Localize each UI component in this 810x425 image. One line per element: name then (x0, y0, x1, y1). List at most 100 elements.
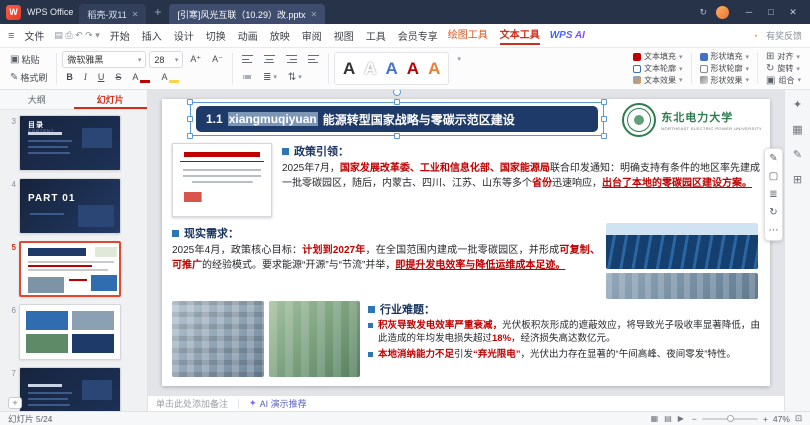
font-name-select[interactable]: 微软雅黑▾ (62, 51, 146, 68)
increase-font-button[interactable]: A⁺ (186, 51, 205, 68)
justify-button[interactable] (304, 51, 323, 68)
slide-thumbnail-3[interactable]: 目录CONTENT (19, 115, 121, 171)
quick-access-icons[interactable]: ▤ ⎙ ↶ ↷ ▾ (54, 30, 99, 41)
highlight-color-button[interactable]: A (157, 69, 183, 86)
properties-icon[interactable]: ▦ (792, 123, 802, 136)
wps-logo-icon[interactable]: W (6, 5, 21, 20)
strikethrough-button[interactable]: S (111, 69, 125, 86)
text-outline-button[interactable]: 文本轮廓▾ (630, 63, 686, 75)
menu-插入[interactable]: 插入 (142, 28, 162, 43)
text-style-preset-4[interactable]: A (407, 60, 419, 77)
menu-设计[interactable]: 设计 (174, 28, 194, 43)
ai-recommend-tab[interactable]: ✦AI 演示推荐 (249, 397, 307, 410)
zoom-out-button[interactable]: − (692, 414, 697, 424)
fit-slide-icon[interactable]: ⊡ (795, 413, 802, 424)
sync-icon[interactable]: ↻ (699, 7, 707, 18)
resize-handle[interactable] (601, 133, 607, 139)
menu-视图[interactable]: 视图 (334, 28, 354, 43)
user-avatar[interactable] (716, 6, 729, 19)
text-effect-button[interactable]: 文本效果▾ (630, 74, 686, 86)
ai-assistant-icon[interactable]: ✦ (793, 98, 802, 111)
shape-effect-button[interactable]: 形状效果▾ (697, 74, 753, 86)
bullet-list-button[interactable]: ≔ (238, 69, 256, 86)
list-icon[interactable]: ≣ (769, 189, 777, 200)
hamburger-icon[interactable]: ≡ (8, 30, 14, 42)
line-spacing-button[interactable]: ≣▾ (259, 69, 281, 86)
menu-file[interactable]: 文件 (24, 28, 44, 43)
resize-handle[interactable] (187, 133, 193, 139)
panel-tab-幻灯片[interactable]: 幻灯片 (74, 90, 148, 109)
align-objects-button[interactable]: ⊞对齐▾ (763, 51, 804, 63)
resize-handle[interactable] (187, 99, 193, 105)
resize-handle[interactable] (601, 116, 607, 122)
underline-button[interactable]: U (94, 69, 109, 86)
notes-placeholder[interactable]: 单击此处添加备注 (156, 397, 228, 410)
align-right-button[interactable] (282, 51, 301, 68)
menu-开始[interactable]: 开始 (110, 28, 130, 43)
slide-title[interactable]: 1.1 xiangmuqiyuan 能源转型国家战略与零碳示范区建设 (196, 106, 598, 132)
font-color-button[interactable]: A (128, 69, 154, 86)
text-style-preset-3[interactable]: A (386, 60, 398, 77)
slide-thumbnail-4[interactable]: PART 01 (19, 178, 121, 234)
title-textbox-selection[interactable]: 1.1 xiangmuqiyuan 能源转型国家战略与零碳示范区建设 (190, 102, 604, 136)
rotate-handle[interactable] (393, 90, 401, 96)
resize-handle[interactable] (187, 116, 193, 122)
zoom-slider-knob[interactable] (727, 415, 734, 422)
text-style-preset-1[interactable]: A (343, 60, 355, 77)
group-button[interactable]: ▣组合▾ (763, 74, 804, 86)
new-tab-icon[interactable]: + (154, 5, 161, 19)
play-slideshow-icon[interactable]: ▶ (678, 414, 684, 423)
zoom-in-button[interactable]: + (763, 414, 768, 424)
menu-会员专享[interactable]: 会员专享 (398, 28, 438, 43)
menu-wps-ai[interactable]: WPS AI (550, 30, 585, 41)
close-button[interactable]: ✕ (782, 7, 804, 18)
menu-绘图工具[interactable]: 绘图工具 (448, 26, 488, 45)
text-direction-button[interactable]: ⇅▾ (284, 69, 306, 86)
slide-thumbnail-5[interactable] (19, 241, 121, 297)
panel-tab-大纲[interactable]: 大纲 (0, 90, 74, 109)
new-slide-button[interactable]: + (8, 397, 22, 409)
slide[interactable]: 1.1 xiangmuqiyuan 能源转型国家战略与零碳示范区建设 东北电力大… (162, 99, 770, 386)
menu-放映[interactable]: 放映 (270, 28, 290, 43)
shape-fill-button[interactable]: 形状填充▾ (697, 51, 753, 63)
zoom-slider[interactable] (702, 418, 758, 420)
editing-canvas[interactable]: 1.1 xiangmuqiyuan 能源转型国家战略与零碳示范区建设 东北电力大… (148, 90, 784, 395)
tab-document[interactable]: [引寒]风光互联（10.29）改.pptx ✕ (169, 4, 325, 24)
text-style-preset-2[interactable]: A (364, 60, 376, 77)
menu-文本工具[interactable]: 文本工具 (500, 26, 540, 45)
format-painter-button[interactable]: ✎格式刷 (6, 69, 51, 86)
slide-thumbnail-7[interactable] (19, 367, 121, 411)
normal-view-icon[interactable]: ▦ (651, 414, 659, 423)
resize-handle[interactable] (394, 99, 400, 105)
tab-home[interactable]: 稻壳-双11 ✕ (79, 4, 146, 24)
maximize-button[interactable]: □ (760, 7, 782, 18)
minimize-button[interactable]: ─ (738, 7, 760, 18)
menu-工具[interactable]: 工具 (366, 28, 386, 43)
decrease-font-button[interactable]: A⁻ (208, 51, 227, 68)
more-icon[interactable]: ⋯ (769, 225, 779, 236)
rotate-icon[interactable]: ↻ (769, 207, 777, 218)
bell-icon[interactable]: ◔ (753, 31, 758, 41)
close-tab-icon[interactable]: ✕ (132, 10, 139, 19)
edit-icon[interactable]: ✎ (769, 153, 777, 164)
menu-动画[interactable]: 动画 (238, 28, 258, 43)
menu-切换[interactable]: 切换 (206, 28, 226, 43)
font-size-select[interactable]: 28▾ (149, 51, 183, 68)
resize-handle[interactable] (394, 133, 400, 139)
shape-outline-button[interactable]: 形状轮廓▾ (697, 63, 753, 75)
close-tab-icon[interactable]: ✕ (310, 10, 317, 19)
align-center-button[interactable] (260, 51, 279, 68)
more-styles-button[interactable]: ▾ (453, 50, 465, 67)
text-fill-button[interactable]: 文本填充▾ (630, 51, 686, 63)
bold-button[interactable]: B (62, 69, 77, 86)
menu-审阅[interactable]: 审阅 (302, 28, 322, 43)
paste-button[interactable]: ▣粘贴 (6, 51, 51, 68)
feedback-link[interactable]: 有奖反馈 (766, 29, 802, 42)
text-style-preset-5[interactable]: A (428, 60, 440, 77)
rotate-button[interactable]: ↻旋转▾ (763, 63, 804, 75)
slide-sorter-icon[interactable]: ▤ (664, 414, 672, 423)
align-left-button[interactable] (238, 51, 257, 68)
shape-icon[interactable]: ▢ (769, 171, 778, 182)
slide-thumbnail-6[interactable] (19, 304, 121, 360)
resize-handle[interactable] (601, 99, 607, 105)
